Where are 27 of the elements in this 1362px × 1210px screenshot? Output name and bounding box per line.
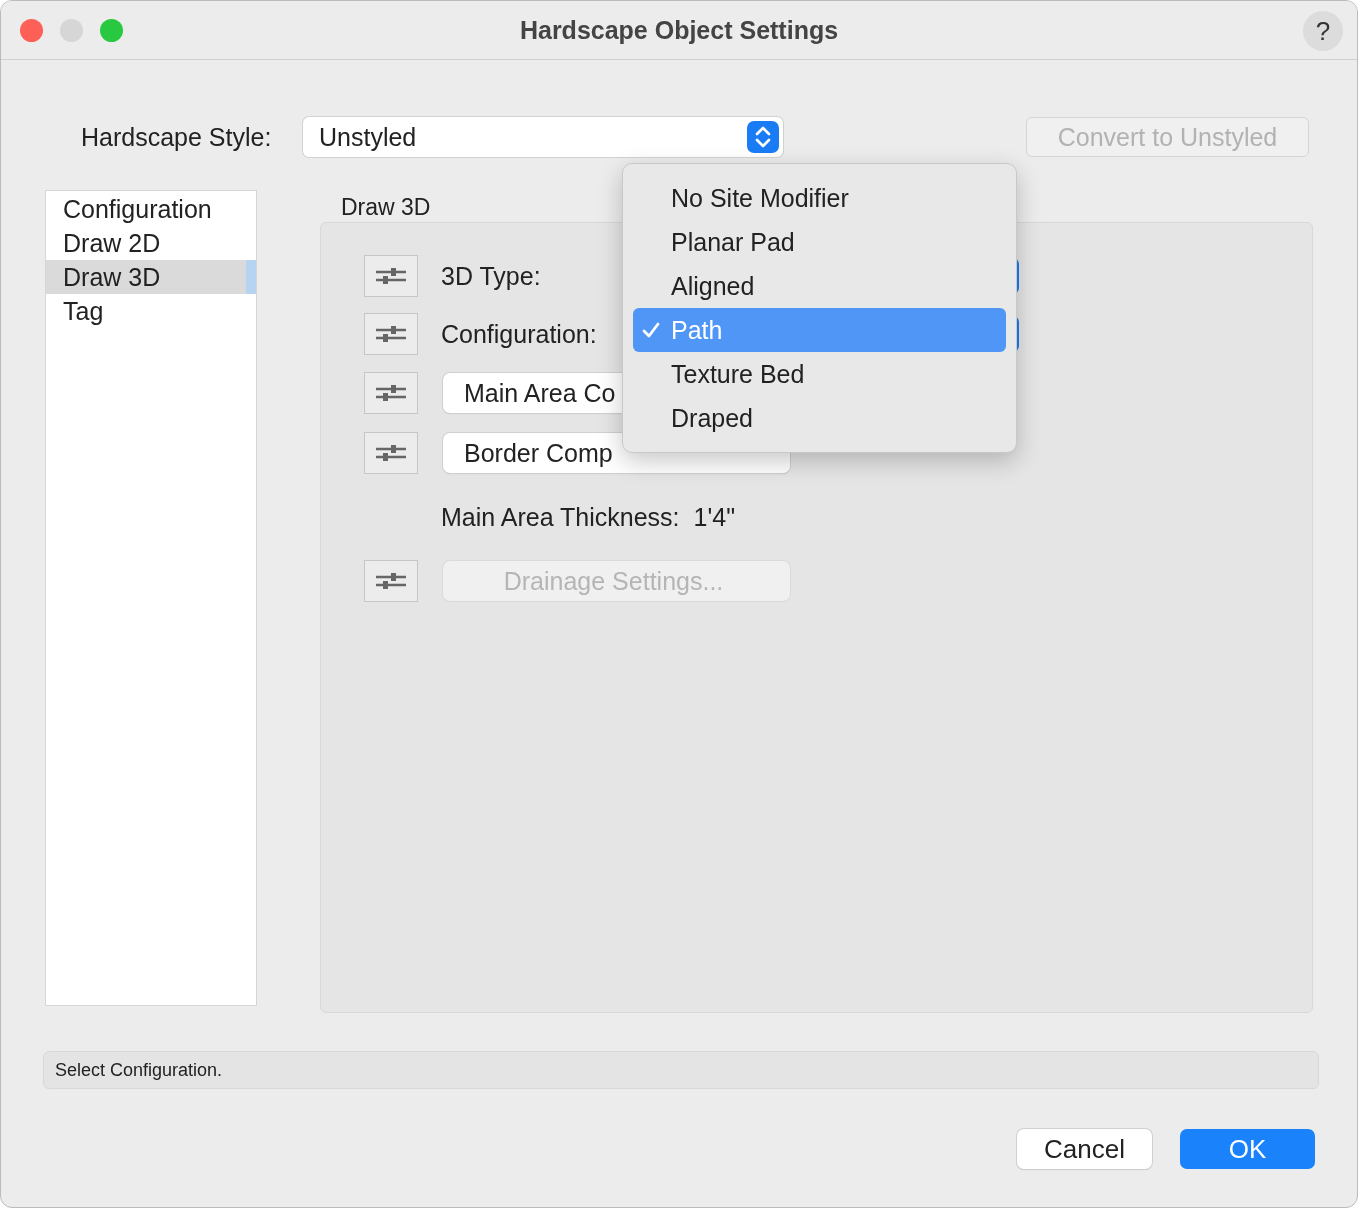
dialog-button[interactable]: OK xyxy=(1180,1129,1315,1169)
menu-item[interactable]: No Site Modifier xyxy=(633,176,1006,220)
menu-item[interactable]: Aligned xyxy=(633,264,1006,308)
menu-item[interactable]: Planar Pad xyxy=(633,220,1006,264)
field-label: Configuration: xyxy=(441,319,598,349)
field-label: 3D Type: xyxy=(441,261,542,291)
sliders-button[interactable] xyxy=(364,432,418,474)
status-text: Select Configuration. xyxy=(55,1059,223,1081)
sidebar-item[interactable]: Configuration xyxy=(46,192,256,226)
section-title: Draw 3D xyxy=(341,193,431,222)
style-select[interactable]: Unstyled xyxy=(303,117,783,157)
sidebar-item[interactable]: Draw 2D xyxy=(46,226,256,260)
field-label: Hardscape Style: xyxy=(81,122,273,152)
sliders-button[interactable] xyxy=(364,255,418,297)
sliders-button[interactable] xyxy=(364,560,418,602)
help-button[interactable]: ? xyxy=(1303,11,1343,51)
field-label: Main Area Thickness: xyxy=(441,502,680,532)
check-icon xyxy=(641,320,661,340)
sidebar-item[interactable]: Tag xyxy=(46,294,256,328)
sliders-button[interactable] xyxy=(364,313,418,355)
dialog-button[interactable]: Cancel xyxy=(1017,1129,1152,1169)
window-title: Hardscape Object Settings xyxy=(519,15,839,45)
sidebar-item[interactable]: Draw 3D xyxy=(46,260,256,294)
close-button[interactable] xyxy=(20,18,43,42)
thickness-value: 1'4" xyxy=(693,502,735,532)
sliders-button[interactable] xyxy=(364,372,418,414)
stepper-icon xyxy=(747,121,779,153)
